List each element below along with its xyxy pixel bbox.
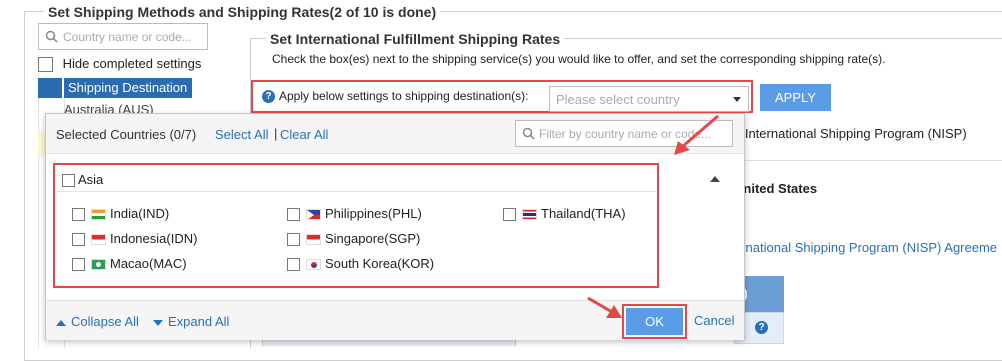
country-checkbox[interactable] [287, 208, 300, 222]
hide-completed-row[interactable]: Hide completed settings [38, 56, 202, 73]
ok-button-highlight: OK [622, 304, 687, 339]
search-icon [522, 127, 535, 143]
link-separator: | [274, 126, 278, 141]
ok-button[interactable]: OK [626, 308, 683, 335]
section-title: Set International Fulfillment Shipping R… [266, 31, 565, 47]
country-checkbox[interactable] [72, 258, 85, 272]
popup-footer: Collapse All Expand All OK Cancel [46, 300, 744, 340]
thailand-flag-icon [522, 209, 537, 221]
philippines-flag-icon [306, 209, 321, 221]
country-label: Singapore(SGP) [325, 231, 421, 246]
country-label: India(IND) [110, 206, 170, 221]
country-option-thailand[interactable]: Thailand(THA) [503, 206, 626, 222]
clear-all-link[interactable]: Clear All [280, 127, 328, 142]
country-label: Thailand(THA) [541, 206, 626, 221]
india-flag-icon [91, 209, 106, 221]
country-search-input[interactable]: Country name or code... [38, 23, 208, 50]
country-option-macao[interactable]: Macao(MAC) [72, 256, 187, 272]
shipping-destination-header: Shipping Destination [64, 78, 192, 98]
page-title: Set Shipping Methods and Shipping Rates(… [44, 4, 441, 20]
nisp-agreement-link[interactable]: ernational Shipping Program (NISP) Agree… [734, 240, 997, 255]
country-checkbox[interactable] [72, 233, 85, 247]
country-checkbox[interactable] [287, 233, 300, 247]
country-select-placeholder: Please select country [556, 92, 680, 107]
destination-name: United States [734, 181, 818, 196]
country-filter-placeholder: Filter by country name or code... [539, 127, 712, 141]
cancel-link[interactable]: Cancel [694, 313, 734, 328]
indonesia-flag-icon [91, 234, 106, 246]
select-all-link[interactable]: Select All [215, 127, 268, 142]
asia-label: Asia [78, 172, 104, 187]
country-filter-input[interactable]: Filter by country name or code... [515, 120, 733, 147]
chevron-down-icon [733, 97, 741, 102]
country-option-singapore[interactable]: Singapore(SGP) [287, 231, 421, 247]
country-search-placeholder: Country name or code... [63, 30, 192, 44]
macao-flag-icon [91, 259, 106, 271]
apply-label: Apply below settings to shipping destina… [279, 89, 529, 103]
country-select-dropdown[interactable]: Please select country [549, 86, 749, 112]
country-option-indonesia[interactable]: Indonesia(IDN) [72, 231, 198, 247]
country-label: South Korea(KOR) [325, 256, 435, 271]
apply-button[interactable]: APPLY [760, 84, 831, 111]
popup-header: Selected Countries (0/7) Select All | Cl… [46, 114, 744, 154]
country-checkbox[interactable] [503, 208, 516, 222]
asia-region-header[interactable]: Asia [62, 172, 104, 188]
expand-all-label: Expand All [168, 314, 230, 329]
collapse-all-link[interactable]: Collapse All [56, 314, 139, 329]
asia-region-group: Asia India(IND) Philippines(PHL) Thailan… [53, 163, 659, 288]
country-option-philippines[interactable]: Philippines(PHL) [287, 206, 422, 222]
nisp-program-text: g International Shipping Program (NISP) [734, 126, 967, 141]
hide-completed-label: Hide completed settings [62, 56, 202, 71]
country-label: Philippines(PHL) [325, 206, 422, 221]
country-checkbox[interactable] [72, 208, 85, 222]
collapse-region-icon[interactable] [710, 176, 720, 182]
expand-all-link[interactable]: Expand All [153, 314, 229, 329]
collapse-icon [56, 319, 66, 326]
search-icon [45, 30, 58, 46]
selected-countries-count: Selected Countries (0/7) [56, 127, 197, 142]
country-checkbox[interactable] [287, 258, 300, 272]
asia-checkbox[interactable] [62, 174, 75, 188]
country-selector-popup: Selected Countries (0/7) Select All | Cl… [45, 113, 745, 340]
section-description: Check the box(es) next to the shipping s… [272, 52, 886, 66]
singapore-flag-icon [306, 234, 321, 246]
expand-icon [153, 319, 163, 326]
country-label: Macao(MAC) [110, 256, 187, 271]
country-option-south-korea[interactable]: South Korea(KOR) [287, 256, 435, 272]
collapse-all-label: Collapse All [71, 314, 139, 329]
country-label: Indonesia(IDN) [110, 231, 198, 246]
country-option-india[interactable]: India(IND) [72, 206, 170, 222]
help-icon[interactable]: ? [262, 90, 275, 104]
section-divider [734, 160, 1002, 161]
sidebar-header-marker [38, 78, 62, 98]
region-divider [57, 191, 657, 192]
help-icon[interactable]: ? [755, 321, 768, 334]
south-korea-flag-icon [306, 259, 321, 271]
apply-label-row: ? Apply below settings to shipping destin… [262, 89, 529, 104]
hide-completed-checkbox[interactable] [38, 57, 53, 73]
